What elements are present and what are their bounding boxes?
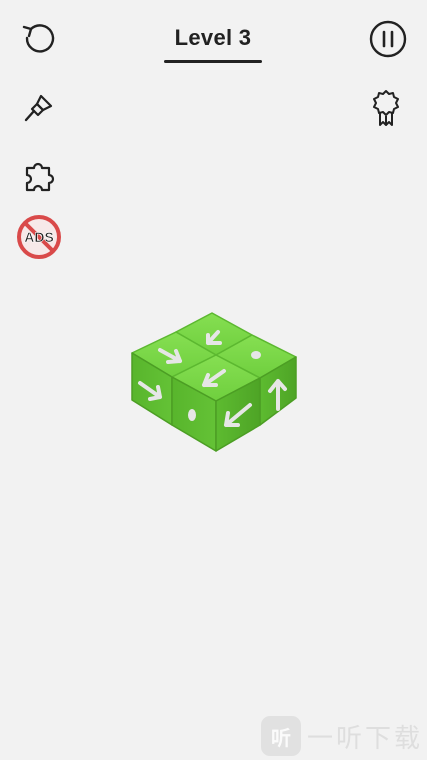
- puzzle-button[interactable]: [17, 154, 61, 198]
- puzzle-piece-icon: [25, 162, 55, 192]
- watermark-text: 一听下载: [306, 723, 423, 754]
- achievements-button[interactable]: [364, 86, 408, 130]
- level-header: Level 3: [164, 24, 262, 63]
- restart-button[interactable]: [17, 17, 61, 61]
- watermark-badge: 听: [260, 716, 301, 756]
- title-underline: [164, 60, 262, 63]
- level-title: Level 3: [174, 25, 252, 50]
- dot-icon: [188, 409, 196, 421]
- ribbon-badge-icon: [373, 90, 399, 126]
- cube-board[interactable]: [120, 305, 310, 465]
- paint-brush-button[interactable]: [17, 86, 61, 130]
- paint-brush-icon: [24, 94, 53, 122]
- no-ads-button[interactable]: ADS: [16, 214, 62, 260]
- pause-button[interactable]: [366, 17, 410, 61]
- restart-icon: [22, 24, 55, 53]
- no-ads-icon: ADS: [17, 215, 61, 259]
- dot-icon: [251, 351, 261, 359]
- no-ads-label: ADS: [24, 229, 54, 245]
- watermark: 听 一听下载: [260, 716, 423, 756]
- pause-icon: [369, 20, 407, 58]
